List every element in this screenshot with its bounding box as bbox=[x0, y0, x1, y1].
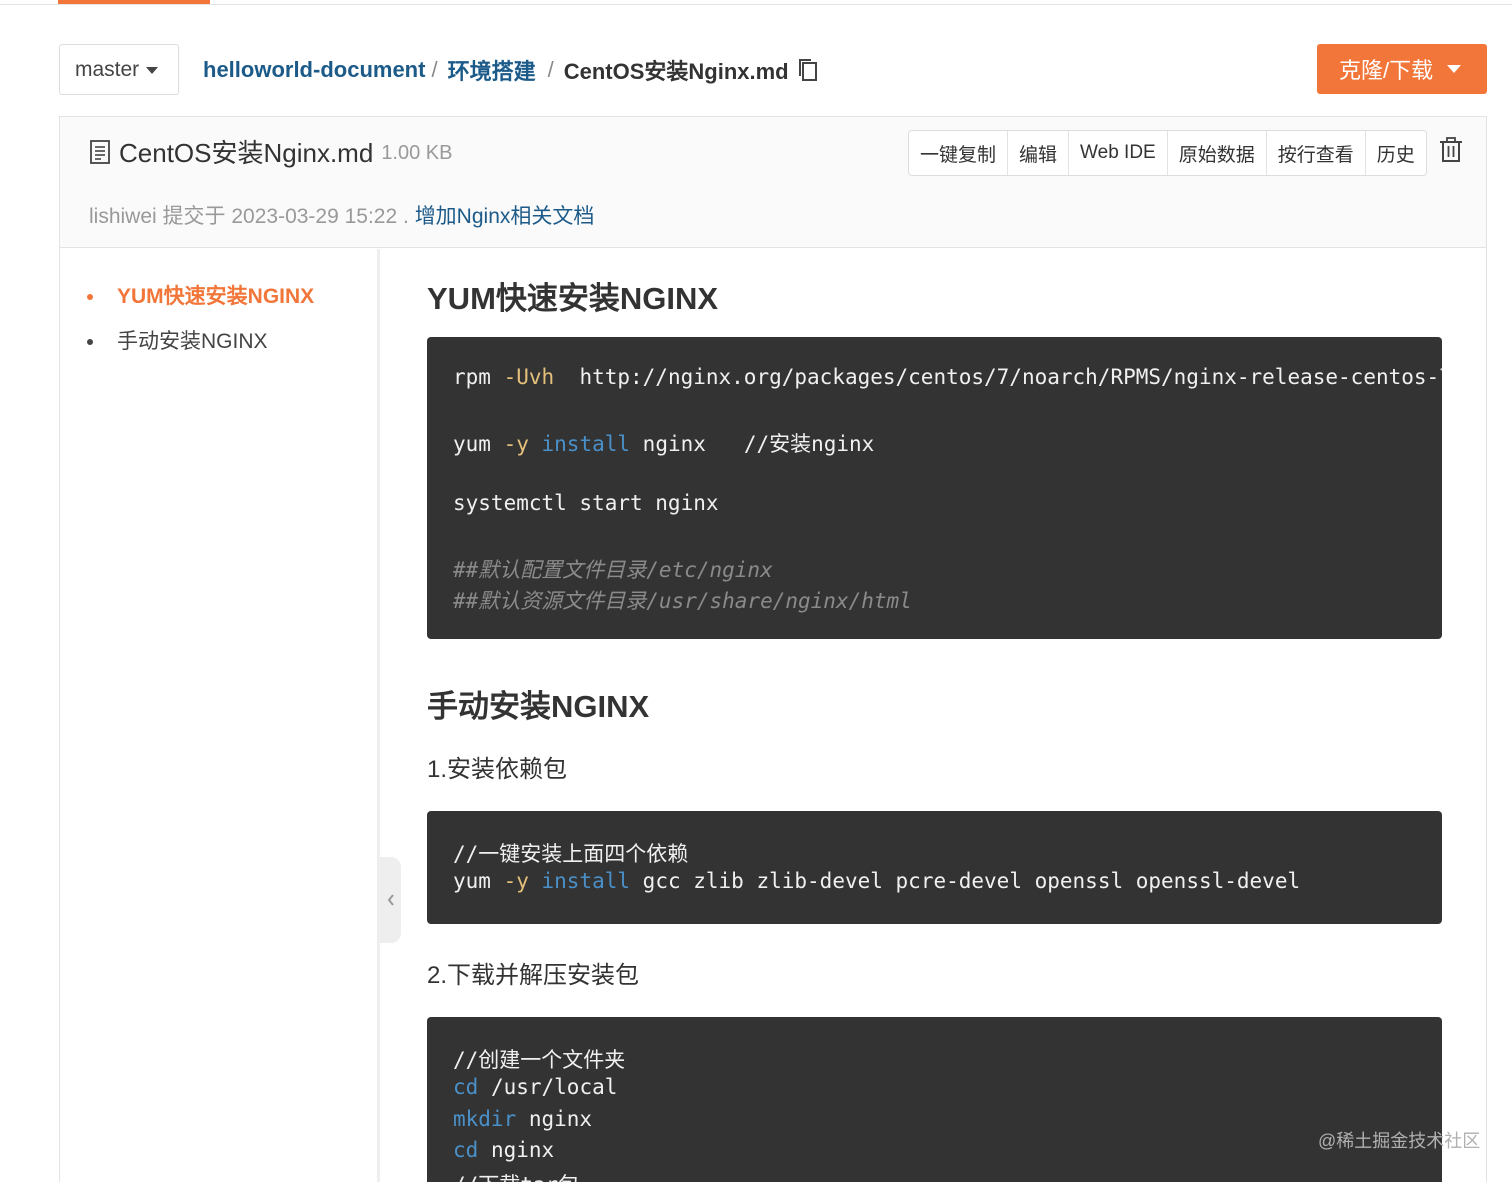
chevron-left-icon bbox=[387, 894, 394, 906]
chevron-down-icon bbox=[146, 67, 159, 74]
code-text: /usr/local bbox=[478, 1075, 618, 1099]
breadcrumb-separator: / bbox=[431, 57, 438, 82]
code-text: http://nginx.org/packages/centos/7/noarc… bbox=[579, 365, 1442, 389]
code-keyword: cd bbox=[453, 1138, 479, 1162]
code-text: gcc zlib zlib-devel pcre-devel openssl o… bbox=[630, 869, 1301, 893]
code-comment: ##默认资源文件目录/usr/share/nginx/html bbox=[453, 589, 912, 613]
breadcrumb-dir-link[interactable]: 环境搭建 bbox=[448, 54, 536, 86]
file-doc-icon bbox=[90, 139, 110, 164]
code-comment: //下载tar包 bbox=[453, 1169, 579, 1182]
watermark: @稀土掘金技术社区 bbox=[1318, 1131, 1481, 1151]
table-of-contents: YUM快速安装NGINX 手动安装NGINX bbox=[60, 249, 380, 1182]
chevron-down-icon bbox=[1447, 65, 1462, 73]
code-keyword: install bbox=[528, 869, 631, 893]
code-text: nginx bbox=[478, 1138, 555, 1162]
heading-manual-install: 手动安装NGINX bbox=[427, 689, 650, 724]
web-ide-button[interactable]: Web IDE bbox=[1068, 131, 1167, 175]
clone-download-button[interactable]: 克隆/下载 bbox=[1317, 44, 1487, 94]
clone-download-label: 克隆/下载 bbox=[1339, 58, 1434, 83]
code-block-deps: //一键安装上面四个依赖 yum -y install gcc zlib zli… bbox=[427, 811, 1442, 924]
file-panel: CentOS安装Nginx.md 1.00 KB 一键复制 编辑 Web IDE… bbox=[59, 116, 1487, 1182]
trash-icon[interactable] bbox=[1439, 137, 1463, 163]
step-install-deps: 1.安装依赖包 bbox=[427, 756, 568, 783]
code-text: yum bbox=[453, 869, 504, 893]
breadcrumb: helloworld-document / 环境搭建 / CentOS安装Ngi… bbox=[203, 52, 819, 88]
code-comment: ##默认配置文件目录/etc/nginx bbox=[453, 558, 773, 582]
heading-yum-install: YUM快速安装NGINX bbox=[427, 281, 719, 316]
commit-message-link[interactable]: 增加Nginx相关文档 bbox=[415, 205, 595, 228]
edit-button[interactable]: 编辑 bbox=[1007, 131, 1068, 175]
file-name: CentOS安装Nginx.md bbox=[119, 138, 374, 168]
toc-item-yum[interactable]: YUM快速安装NGINX bbox=[86, 279, 314, 324]
code-comment: //创建一个文件夹 bbox=[453, 1048, 626, 1072]
code-comment: //一键安装上面四个依赖 bbox=[453, 842, 689, 866]
breadcrumb-separator: / bbox=[547, 57, 554, 82]
code-text: nginx bbox=[516, 1107, 593, 1131]
code-block-download: //创建一个文件夹 cd /usr/local mkdir nginx cd n… bbox=[427, 1017, 1442, 1182]
file-title: CentOS安装Nginx.md 1.00 KB bbox=[89, 133, 452, 170]
commit-info: lishiwei 提交于 2023-03-29 15:22 . 增加Nginx相… bbox=[89, 200, 594, 230]
file-size: 1.00 KB bbox=[381, 141, 453, 164]
code-text: nginx //安装nginx bbox=[630, 432, 875, 456]
breadcrumb-repo-link[interactable]: helloworld-document bbox=[203, 57, 425, 83]
code-keyword: install bbox=[528, 432, 631, 456]
code-flag: -y bbox=[503, 869, 529, 893]
code-keyword: mkdir bbox=[453, 1107, 517, 1131]
code-text: rpm bbox=[453, 365, 504, 389]
code-keyword: cd bbox=[453, 1075, 479, 1099]
code-text: yum bbox=[453, 432, 504, 456]
code-flag: -y bbox=[503, 432, 529, 456]
top-nav-underline bbox=[0, 0, 1512, 5]
toc-collapse-handle[interactable] bbox=[380, 857, 401, 943]
code-line: systemctl start nginx bbox=[453, 491, 719, 515]
commit-author-time: lishiwei 提交于 2023-03-29 15:22 . bbox=[89, 205, 409, 228]
step-download-extract: 2.下载并解压安装包 bbox=[427, 962, 640, 989]
file-action-group: 一键复制 编辑 Web IDE 原始数据 按行查看 历史 bbox=[908, 130, 1427, 176]
branch-select[interactable]: master bbox=[59, 44, 179, 95]
history-button[interactable]: 历史 bbox=[1364, 131, 1426, 175]
code-flag: -Uvh bbox=[503, 365, 555, 389]
branch-label: master bbox=[75, 57, 140, 81]
blame-button[interactable]: 按行查看 bbox=[1265, 131, 1365, 175]
code-block-yum: rpm -Uvh http://nginx.org/packages/cento… bbox=[427, 337, 1442, 639]
breadcrumb-file: CentOS安装Nginx.md bbox=[563, 59, 789, 84]
copy-all-button[interactable]: 一键复制 bbox=[909, 131, 1007, 175]
active-tab-indicator bbox=[58, 0, 210, 4]
copy-path-icon[interactable] bbox=[797, 57, 819, 83]
raw-button[interactable]: 原始数据 bbox=[1166, 131, 1266, 175]
toc-item-manual[interactable]: 手动安装NGINX bbox=[86, 324, 314, 369]
file-header: CentOS安装Nginx.md 1.00 KB 一键复制 编辑 Web IDE… bbox=[60, 117, 1486, 248]
